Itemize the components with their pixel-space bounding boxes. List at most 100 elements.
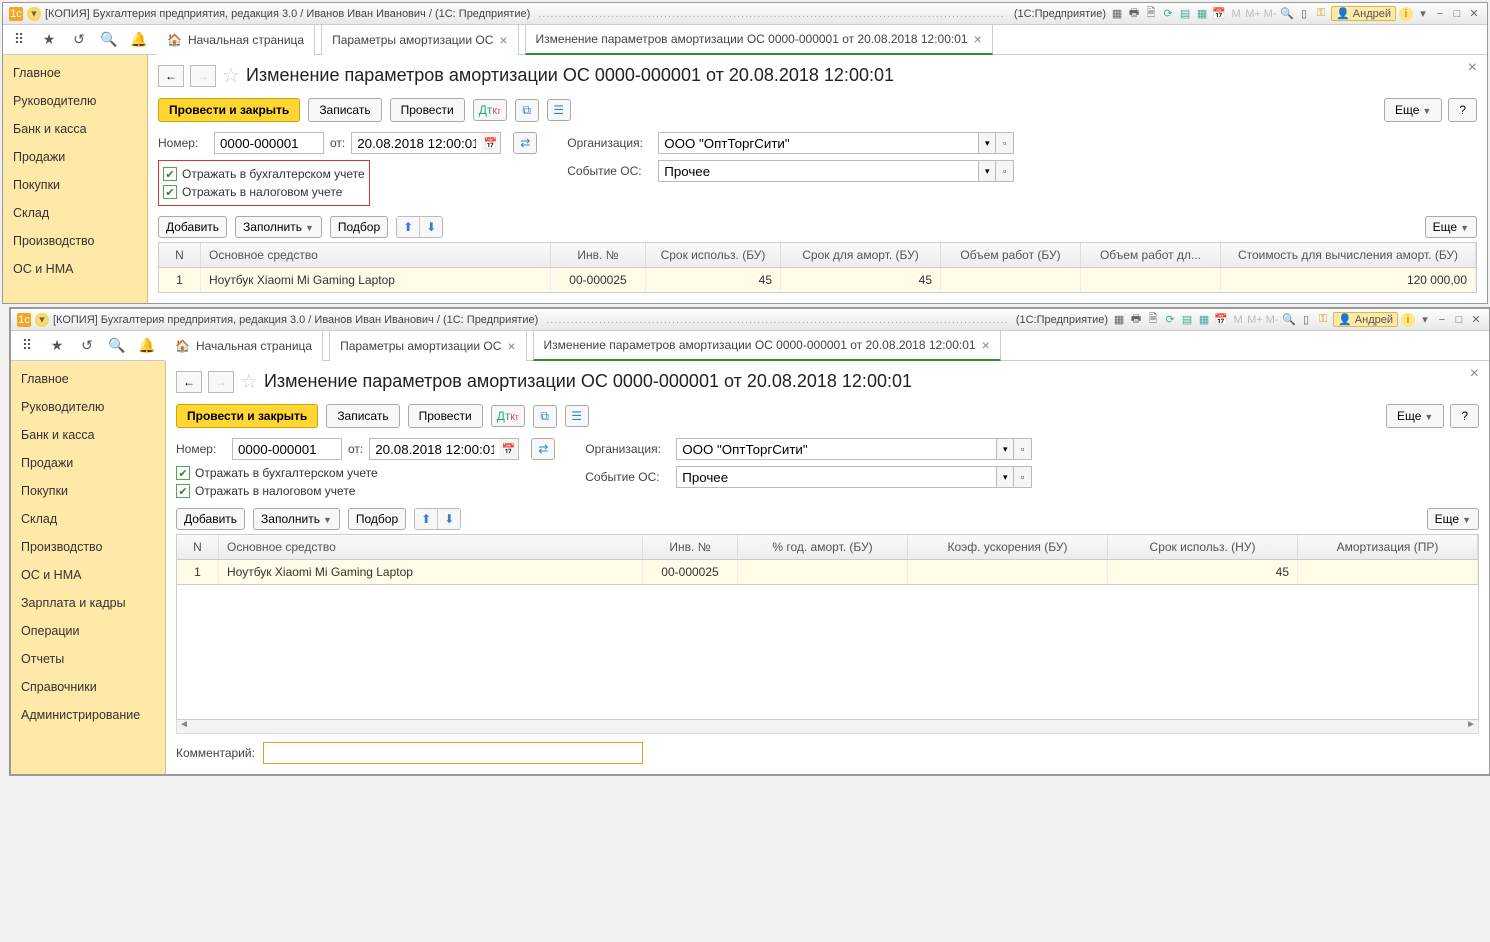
sidebar-item-payroll[interactable]: Зарплата и кадры [11,589,165,617]
tab-close-icon[interactable]: × [974,31,982,47]
refresh-icon[interactable]: ⟳ [1161,7,1175,21]
sidebar-item-admin[interactable]: Администрирование [11,701,165,729]
calendar-button[interactable]: 📅 [499,438,519,460]
key-icon[interactable]: ⚿ [1314,7,1328,21]
m-minus-icon[interactable]: M- [1265,313,1279,327]
sidebar-item-manager[interactable]: Руководителю [3,87,147,115]
m-minus-icon[interactable]: M- [1263,7,1277,21]
move-up-button[interactable]: ⬆ [415,509,437,529]
print-icon[interactable]: 🖶 [1129,313,1143,327]
pick-button[interactable]: Подбор [330,216,388,238]
tab-close-icon[interactable]: × [982,337,990,353]
zoom-icon[interactable]: 🔍 [1282,313,1296,327]
struct-button[interactable]: ⧉ [533,405,557,428]
org-field[interactable] [676,438,996,460]
tab-change[interactable]: Изменение параметров амортизации ОС 0000… [525,25,993,55]
sidebar-item-refs[interactable]: Справочники [11,673,165,701]
h-scrollbar[interactable] [176,720,1479,734]
tab-change[interactable]: Изменение параметров амортизации ОС 0000… [533,331,1001,361]
sidebar-item-main[interactable]: Главное [3,59,147,87]
dropdown-icon[interactable]: ▾ [35,313,49,327]
tab-close-icon[interactable]: × [507,338,515,354]
event-dropdown-button[interactable]: ▾ [996,466,1014,488]
org-dropdown-button[interactable]: ▾ [996,438,1014,460]
post-button[interactable]: Провести [390,98,465,122]
refresh-icon[interactable]: ⟳ [1163,313,1177,327]
sidebar-item-bank[interactable]: Банк и касса [3,115,147,143]
org-dropdown-button[interactable]: ▾ [978,132,996,154]
table-icon[interactable]: ▤ [1178,7,1192,21]
help-button[interactable]: ? [1448,98,1477,122]
col-cost[interactable]: Стоимость для вычисления аморт. (БУ) [1221,243,1476,267]
org-field[interactable] [658,132,978,154]
calendar-icon[interactable]: 📅 [1214,313,1228,327]
sidebar-item-sales[interactable]: Продажи [11,449,165,477]
dtkt-button[interactable]: ДтКт [473,99,507,121]
move-down-button[interactable]: ⬇ [437,509,460,529]
star-icon[interactable]: ★ [45,334,69,358]
sidebar-item-purchases[interactable]: Покупки [11,477,165,505]
col-inv[interactable]: Инв. № [643,535,738,559]
move-down-button[interactable]: ⬇ [419,217,442,237]
dropdown2-icon[interactable]: ▾ [1418,313,1432,327]
m-plus-icon[interactable]: M+ [1246,7,1260,21]
org-open-button[interactable]: ▫ [1014,438,1032,460]
apps-icon[interactable]: ⠿ [7,28,31,52]
sidebar-item-manager[interactable]: Руководителю [11,393,165,421]
tab-home[interactable]: 🏠 Начальная страница [165,331,323,361]
link-button[interactable]: ⇄ [513,132,537,154]
col-inv[interactable]: Инв. № [551,243,646,267]
help-button[interactable]: ? [1450,404,1479,428]
col-period-amort[interactable]: Срок для аморт. (БУ) [781,243,941,267]
event-field[interactable] [658,160,978,182]
struct-button[interactable]: ⧉ [515,99,539,122]
apps-icon[interactable]: ⠿ [15,334,39,358]
table-row[interactable]: 1 Ноутбук Xiaomi Mi Gaming Laptop 00-000… [159,268,1476,292]
col-n[interactable]: N [159,243,201,267]
sidebar-item-production[interactable]: Производство [11,533,165,561]
close-icon[interactable]: ✕ [1469,313,1483,327]
minimize-icon[interactable]: − [1435,313,1449,327]
favorite-icon[interactable]: ☆ [222,63,240,88]
close-icon[interactable]: ✕ [1467,7,1481,21]
checkbox-nu[interactable]: ✔ [163,185,177,199]
bell-icon[interactable]: 🔔 [135,334,159,358]
maximize-icon[interactable]: □ [1450,7,1464,21]
post-close-button[interactable]: Провести и закрыть [158,98,300,122]
fill-button[interactable]: Заполнить▼ [235,216,322,238]
toolbar-icon[interactable]: ▦ [1110,7,1124,21]
post-button[interactable]: Провести [408,404,483,428]
list-button[interactable]: ☰ [547,99,571,121]
sidebar-item-main[interactable]: Главное [11,365,165,393]
dropdown2-icon[interactable]: ▾ [1416,7,1430,21]
star-icon[interactable]: ★ [37,28,61,52]
calendar-icon[interactable]: 📅 [1212,7,1226,21]
calendar-button[interactable]: 📅 [481,132,501,154]
print-icon[interactable]: 🖶 [1127,7,1141,21]
nav-fwd-button[interactable]: → [208,371,234,393]
date-field[interactable] [351,132,481,154]
col-amort-pr[interactable]: Амортизация (ПР) [1298,535,1478,559]
sidebar-item-bank[interactable]: Банк и касса [11,421,165,449]
save-button[interactable]: Записать [308,98,381,122]
col-asset[interactable]: Основное средство [201,243,551,267]
doc-icon[interactable]: 🗎 [1144,7,1158,21]
sidebar-item-operations[interactable]: Операции [11,617,165,645]
dropdown-icon[interactable]: ▾ [27,7,41,21]
sidebar-item-sales[interactable]: Продажи [3,143,147,171]
bell-icon[interactable]: 🔔 [127,28,151,52]
pick-button[interactable]: Подбор [348,508,406,530]
add-button[interactable]: Добавить [158,216,227,238]
panel-icon[interactable]: ▯ [1297,7,1311,21]
history-icon[interactable]: ↺ [75,334,99,358]
move-up-button[interactable]: ⬆ [397,217,419,237]
col-volume-long[interactable]: Объем работ дл... [1081,243,1221,267]
sidebar-item-production[interactable]: Производство [3,227,147,255]
m-plus-icon[interactable]: M+ [1248,313,1262,327]
more-button[interactable]: Еще▼ [1384,98,1442,122]
number-field[interactable] [214,132,324,154]
nav-back-button[interactable]: ← [158,65,184,87]
grid-icon[interactable]: ▦ [1197,313,1211,327]
m-icon[interactable]: M [1229,7,1243,21]
tab-close-icon[interactable]: × [499,32,507,48]
